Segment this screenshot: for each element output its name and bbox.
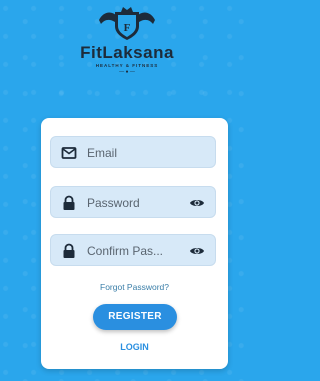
eye-icon[interactable] [189,244,205,258]
lock-icon [63,243,75,258]
confirm-password-placeholder: Confirm Pas... [87,244,164,258]
password-field[interactable]: Password [50,186,216,218]
brand-header: F FitLaksana HEALTHY & FITNESS — ● — [0,6,254,75]
email-field[interactable]: Email [50,136,216,168]
register-button[interactable]: REGISTER [93,304,177,330]
mail-icon [61,147,77,159]
shield-crest-icon: F [99,7,155,40]
svg-text:F: F [124,22,131,34]
forgot-password-link[interactable]: Forgot Password? [41,282,228,292]
brand-name: FitLaksana [80,43,174,62]
password-placeholder: Password [87,196,140,210]
eye-icon[interactable] [189,196,205,210]
lock-icon [63,195,75,210]
confirm-password-field[interactable]: Confirm Pas... [50,234,216,266]
register-card: Email Password Confirm Pas... Forgot Pas… [41,118,228,369]
brand-tagline: HEALTHY & FITNESS [95,63,159,68]
login-link[interactable]: LOGIN [41,342,228,352]
email-placeholder: Email [87,146,118,160]
ornament-icon: — ● — [119,69,135,75]
